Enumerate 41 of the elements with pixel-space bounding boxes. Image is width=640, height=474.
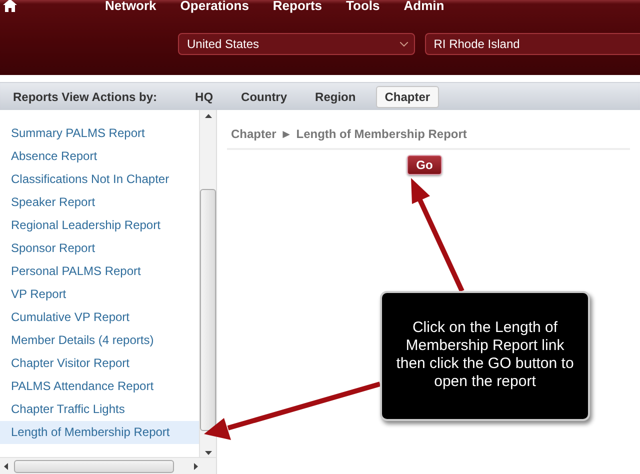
go-button[interactable]: Go [407,155,442,175]
scroll-down-icon[interactable] [204,451,212,455]
report-link[interactable]: Absence Report [0,145,199,168]
nav-menu-item[interactable]: Tools [346,0,380,12]
report-link[interactable]: Personal PALMS Report [0,260,199,283]
breadcrumb-parent[interactable]: Chapter [231,127,276,141]
report-link[interactable]: PALMS Attendance Report [0,375,199,398]
chevron-down-icon [400,42,408,46]
report-link[interactable]: Speaker Report [0,191,199,214]
vertical-scrollbar[interactable] [199,110,216,457]
scroll-right-icon[interactable] [194,462,198,470]
report-link[interactable]: Member Details (4 reports) [0,329,199,352]
home-icon[interactable] [3,0,17,12]
nav-menu-item[interactable]: Operations [180,0,249,12]
breadcrumb-current: Length of Membership Report [296,127,467,141]
instruction-callout: Click on the Length of Membership Report link then click the GO button to open the report [380,291,590,421]
nav-menu-item[interactable]: Admin [404,0,444,12]
scrollbar-thumb[interactable] [200,188,216,430]
scrollbar-thumb[interactable] [14,460,174,472]
view-tab[interactable]: Country [233,86,296,106]
scroll-up-icon[interactable] [204,114,212,118]
actions-label: Reports View Actions by: [13,90,158,104]
report-link[interactable]: Chapter Traffic Lights [0,398,199,421]
view-tab[interactable]: Chapter [376,86,440,108]
report-link[interactable]: Summary PALMS Report [0,122,199,145]
view-tab[interactable]: HQ [187,86,222,106]
horizontal-scrollbar[interactable] [0,457,216,474]
view-tab[interactable]: Region [307,86,364,106]
nav-menu-item[interactable]: Reports [272,0,322,12]
country-select[interactable]: United States [178,33,415,55]
report-link[interactable]: Classifications Not In Chapter [0,168,199,191]
report-link[interactable]: Regional Leadership Report [0,214,199,237]
nav-menu-item[interactable]: Network [105,0,156,12]
scroll-left-icon[interactable] [4,462,8,470]
report-link[interactable]: VP Report [0,283,199,306]
report-link[interactable]: Cumulative VP Report [0,306,199,329]
report-link[interactable]: Length of Membership Report [0,421,199,444]
report-link[interactable]: Sponsor Report [0,237,199,260]
region-select[interactable]: RI Rhode Island [424,33,640,55]
breadcrumb-separator: ► [280,127,292,141]
report-link[interactable]: Chapter Visitor Report [0,352,199,375]
